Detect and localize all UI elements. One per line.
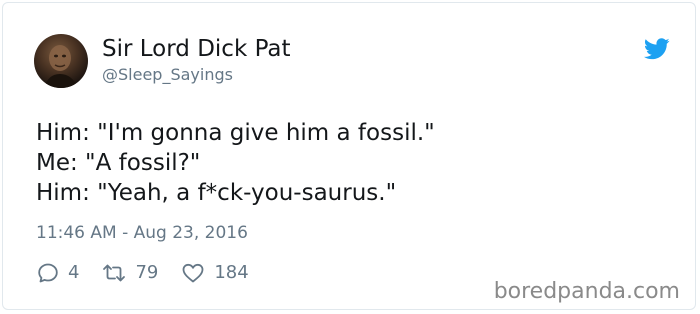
tweet-line: Him: "Yeah, a f*ck-you-saurus.": [36, 180, 397, 206]
watermark-boredpanda: boredpanda.com: [493, 279, 680, 304]
twitter-bird-icon[interactable]: [643, 38, 670, 60]
tweet-timestamp[interactable]: 11:46 AM - Aug 23, 2016: [36, 222, 248, 244]
reply-count: 4: [68, 262, 80, 283]
reply-icon: [38, 263, 58, 283]
like-button[interactable]: 184: [180, 261, 249, 285]
retweet-button[interactable]: 79: [101, 261, 158, 285]
tweet-actions: 4 79 184: [36, 261, 271, 285]
avatar-image: [44, 45, 78, 88]
tweet-line: Him: "I'm gonna give him a fossil.": [36, 120, 435, 146]
retweet-icon: [103, 264, 126, 282]
like-count: 184: [214, 262, 249, 283]
avatar[interactable]: [34, 34, 88, 88]
tweet-line: Me: "A fossil?": [36, 150, 201, 176]
tweet-card: Sir Lord Dick Pat @Sleep_Sayings Him: "I…: [2, 2, 696, 310]
reply-button[interactable]: 4: [36, 261, 79, 285]
tweet-text: Him: "I'm gonna give him a fossil." Me: …: [36, 118, 435, 208]
username-handle[interactable]: @Sleep_Sayings: [102, 65, 233, 85]
display-name[interactable]: Sir Lord Dick Pat: [102, 35, 291, 63]
heart-icon: [182, 263, 204, 283]
retweet-count: 79: [135, 262, 159, 283]
